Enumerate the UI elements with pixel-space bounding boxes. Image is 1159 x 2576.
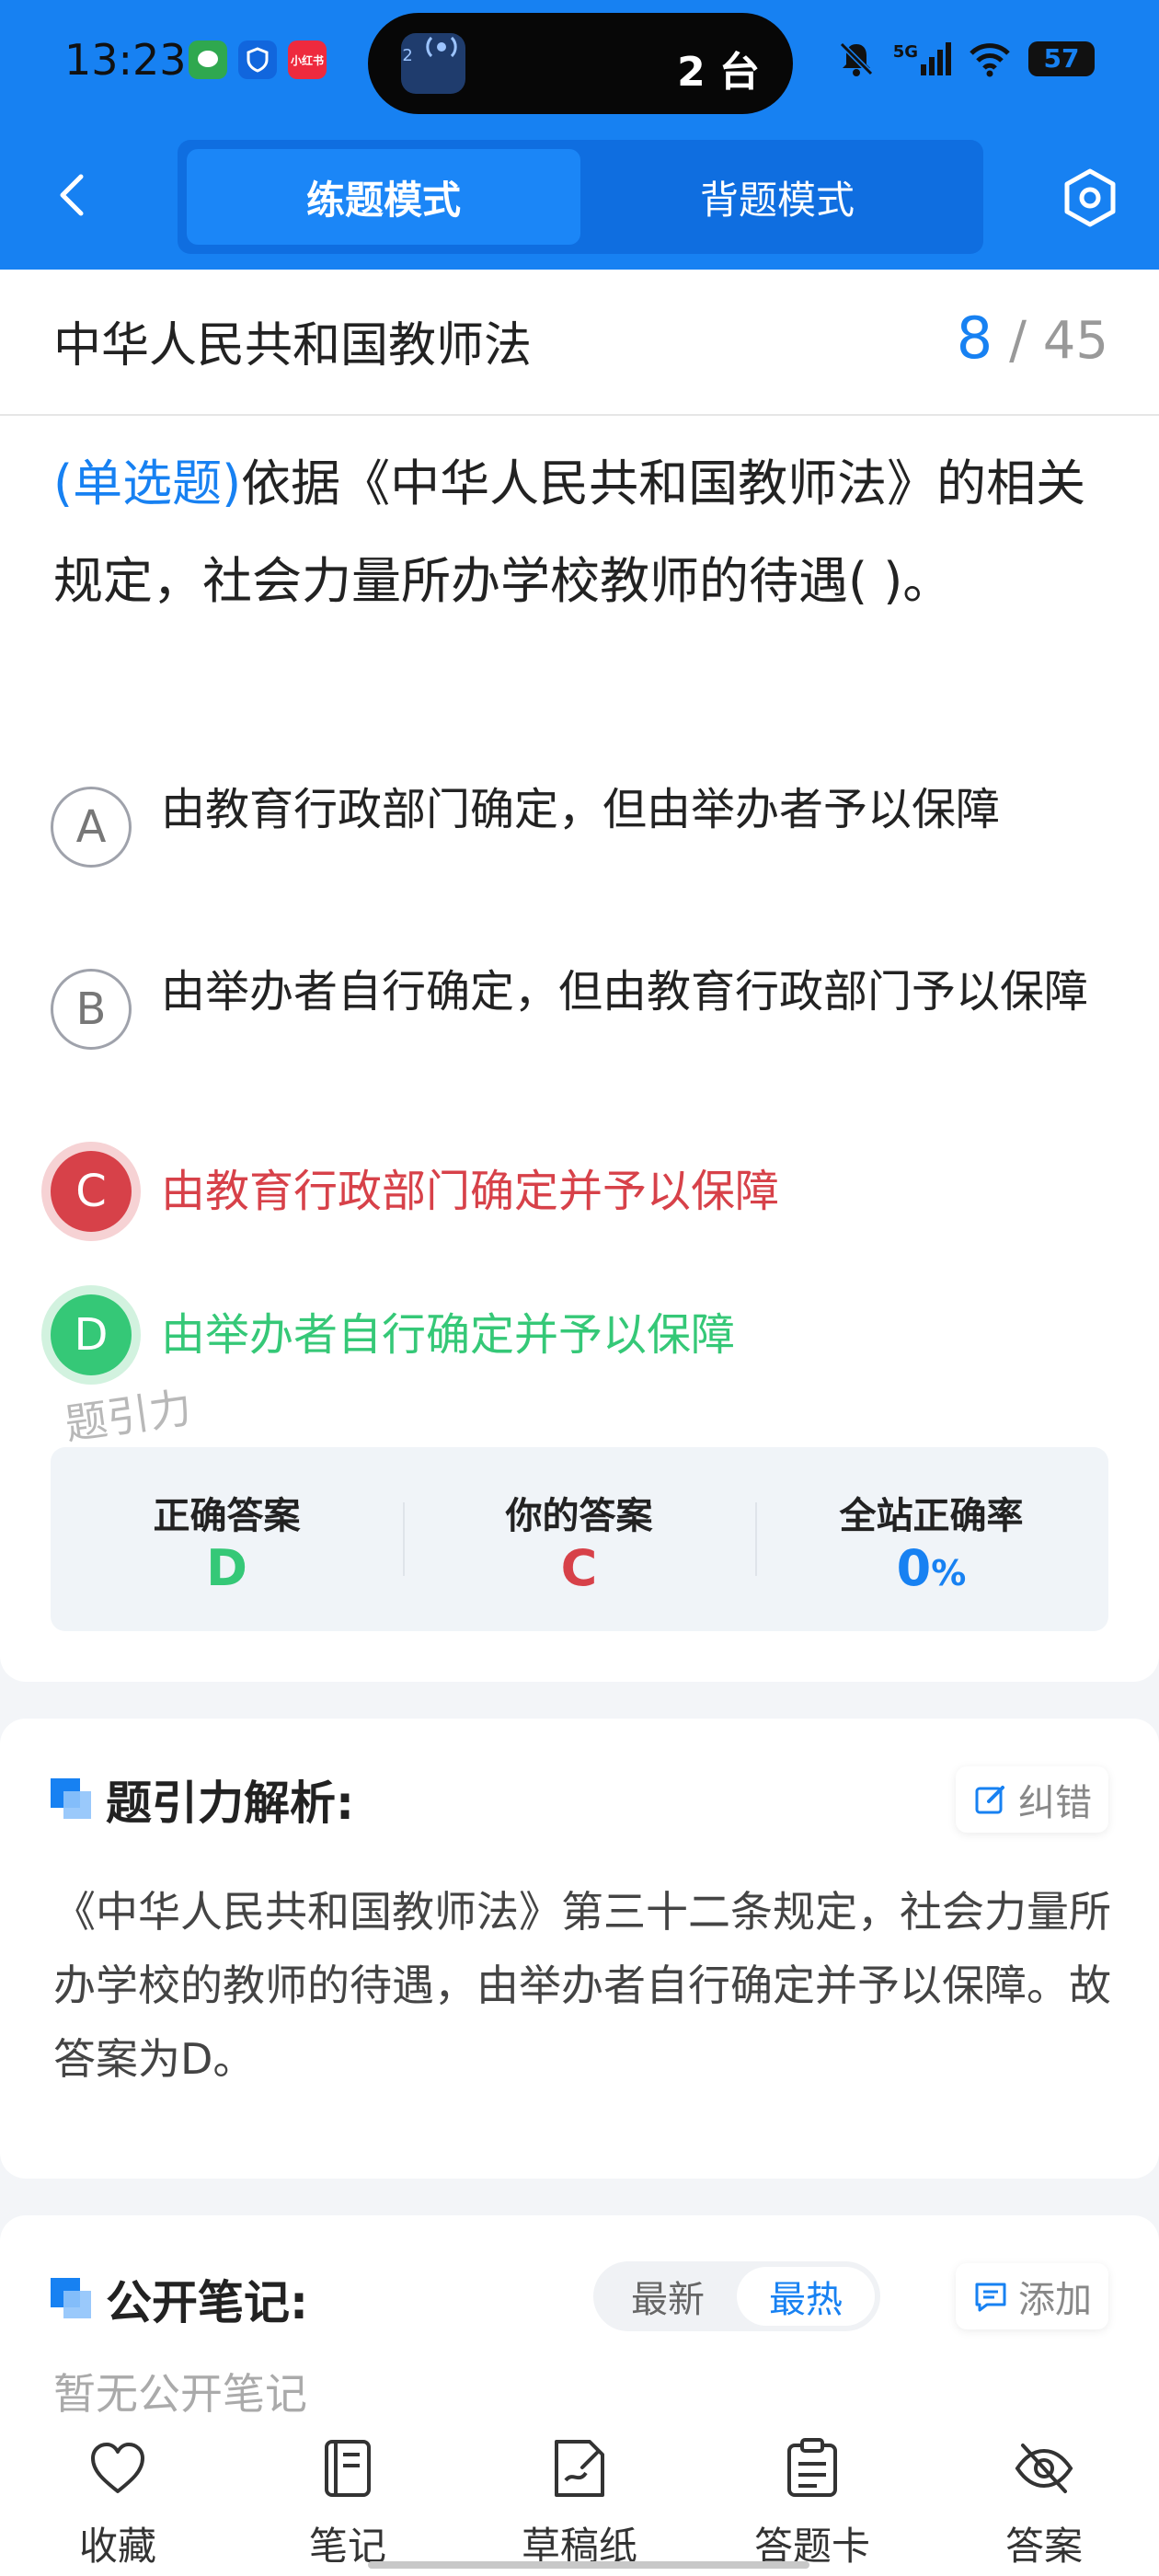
back-button[interactable] xyxy=(46,167,101,223)
empty-notes-text: 暂无公开笔记 xyxy=(53,2369,307,2419)
heart-icon xyxy=(91,2443,144,2493)
analysis-text: 《中华人民共和国教师法》第三十二条规定，社会力量所办学校的教师的待遇，由举办者自… xyxy=(53,1887,1111,2084)
option-text: 由举办者自行确定并予以保障 xyxy=(161,1309,736,1361)
notification-app-icons: 小红书 xyxy=(189,40,327,79)
comment-icon xyxy=(975,2283,1006,2312)
option-text: 由教育行政部门确定并予以保障 xyxy=(161,1166,780,1217)
your-answer-value: C xyxy=(560,1539,598,1597)
battery-icon: 57 xyxy=(1028,41,1095,76)
analysis-card: 题引力解析: 纠错 《中华人民共和国教师法》第三十二条规定，社会力量所办学校的教… xyxy=(0,1719,1159,2179)
status-bar: 13:23 小红书 2 2 台 5G 57 xyxy=(0,0,1159,129)
draft-paper-icon xyxy=(555,2440,604,2497)
option-b[interactable]: B 由举办者自行确定，但由教育行政部门予以保障 xyxy=(51,966,1118,1050)
notes-title: 公开笔记: xyxy=(106,2276,308,2329)
analysis-title: 题引力解析: xyxy=(106,1777,354,1830)
answer-sheet-button[interactable]: 答题卡 xyxy=(739,2436,886,2571)
question-counter[interactable]: 8 / 45 xyxy=(957,305,1108,372)
show-answer-button[interactable]: 答案 xyxy=(970,2436,1118,2571)
divider xyxy=(0,414,1159,416)
nav-bar: 练题模式 背题模式 xyxy=(0,138,1159,258)
watermark: 题引力 xyxy=(62,1382,195,1450)
add-note-label: 添加 xyxy=(1018,2279,1092,2321)
bottom-toolbar: 收藏 笔记 草稿纸 答题卡 答案 xyxy=(0,2420,1159,2576)
live-activity-pill[interactable]: 2 2 台 xyxy=(368,13,793,114)
site-accuracy-value: 0% xyxy=(896,1539,967,1597)
settings-button[interactable] xyxy=(1058,166,1122,230)
mute-bell-icon xyxy=(839,41,873,76)
site-accuracy: 全站正确率 0% xyxy=(755,1447,1107,1631)
signal-5g-icon: 5G xyxy=(893,42,951,75)
report-error-button[interactable]: 纠错 xyxy=(956,1766,1108,1833)
question-type-tag: (单选题) xyxy=(53,454,242,512)
eye-off-icon xyxy=(1015,2444,1073,2493)
total-questions: / 45 xyxy=(1009,311,1108,371)
option-text: 由举办者自行确定，但由教育行政部门予以保障 xyxy=(161,966,1089,1018)
site-accuracy-label: 全站正确率 xyxy=(839,1495,1024,1537)
correct-answer: 正确答案 D xyxy=(51,1447,403,1631)
chevron-left-icon xyxy=(60,174,84,216)
sort-hottest-button[interactable]: 最热 xyxy=(737,2267,875,2326)
section-square-icon xyxy=(51,2278,91,2318)
question-card: 中华人民共和国教师法 8 / 45 (单选题)依据《中华人民共和国教师法》的相关… xyxy=(0,270,1159,1682)
status-time: 13:23 xyxy=(64,35,187,85)
answer-sheet-icon xyxy=(787,2438,837,2497)
correct-answer-label: 正确答案 xyxy=(153,1495,301,1537)
wifi-icon xyxy=(970,43,1010,77)
report-error-label: 纠错 xyxy=(1018,1782,1092,1824)
your-answer: 你的答案 C xyxy=(403,1447,755,1631)
current-question-number: 8 xyxy=(956,305,993,372)
favorite-label: 收藏 xyxy=(78,2524,156,2569)
show-answer-label: 答案 xyxy=(1004,2524,1083,2569)
xiaohongshu-app-icon: 小红书 xyxy=(288,40,327,79)
correct-answer-value: D xyxy=(206,1539,247,1597)
pill-count: 2 xyxy=(402,46,413,65)
option-c[interactable]: C 由教育行政部门确定并予以保障 xyxy=(51,1151,1118,1232)
option-d[interactable]: D 由举办者自行确定并予以保障 xyxy=(51,1294,1118,1375)
your-answer-label: 你的答案 xyxy=(505,1495,653,1537)
notes-sort-toggle: 最新 最热 xyxy=(593,2261,880,2331)
chapter-title: 中华人民共和国教师法 xyxy=(53,318,533,374)
tab-memorize-mode[interactable]: 背题模式 xyxy=(580,149,974,245)
mode-toggle: 练题模式 背题模式 xyxy=(178,140,983,254)
status-icons: 5G 57 xyxy=(836,39,1095,79)
section-square-icon xyxy=(51,1778,91,1819)
pill-text: 2 台 xyxy=(677,49,760,96)
sort-newest-button[interactable]: 最新 xyxy=(599,2267,737,2326)
option-letter: A xyxy=(51,787,132,868)
hexagon-settings-icon xyxy=(1064,168,1116,227)
edit-icon xyxy=(975,1786,1004,1814)
option-a[interactable]: A 由教育行政部门确定，但由举办者予以保障 xyxy=(51,784,1118,868)
option-text: 由教育行政部门确定，但由举办者予以保障 xyxy=(161,784,1001,835)
option-letter: B xyxy=(51,969,132,1050)
question-text: (单选题)依据《中华人民共和国教师法》的相关规定，社会力量所办学校教师的待遇( … xyxy=(53,435,1111,630)
notebook-icon xyxy=(325,2440,371,2497)
favorite-button[interactable]: 收藏 xyxy=(44,2436,191,2571)
home-indicator[interactable] xyxy=(368,2561,809,2569)
draft-paper-button[interactable]: 草稿纸 xyxy=(506,2436,653,2571)
tab-practice-mode[interactable]: 练题模式 xyxy=(187,149,580,245)
option-letter: C xyxy=(51,1151,132,1232)
header: 13:23 小红书 2 2 台 5G 57 练题模式 背题模式 xyxy=(0,0,1159,270)
cast-icon: 2 xyxy=(401,33,465,94)
chat-app-icon xyxy=(189,40,227,79)
shield-app-icon xyxy=(238,40,277,79)
option-letter: D xyxy=(51,1294,132,1375)
notes-button[interactable]: 笔记 xyxy=(274,2436,421,2571)
result-summary: 正确答案 D 你的答案 C 全站正确率 0% xyxy=(51,1447,1108,1631)
add-note-button[interactable]: 添加 xyxy=(956,2263,1108,2329)
